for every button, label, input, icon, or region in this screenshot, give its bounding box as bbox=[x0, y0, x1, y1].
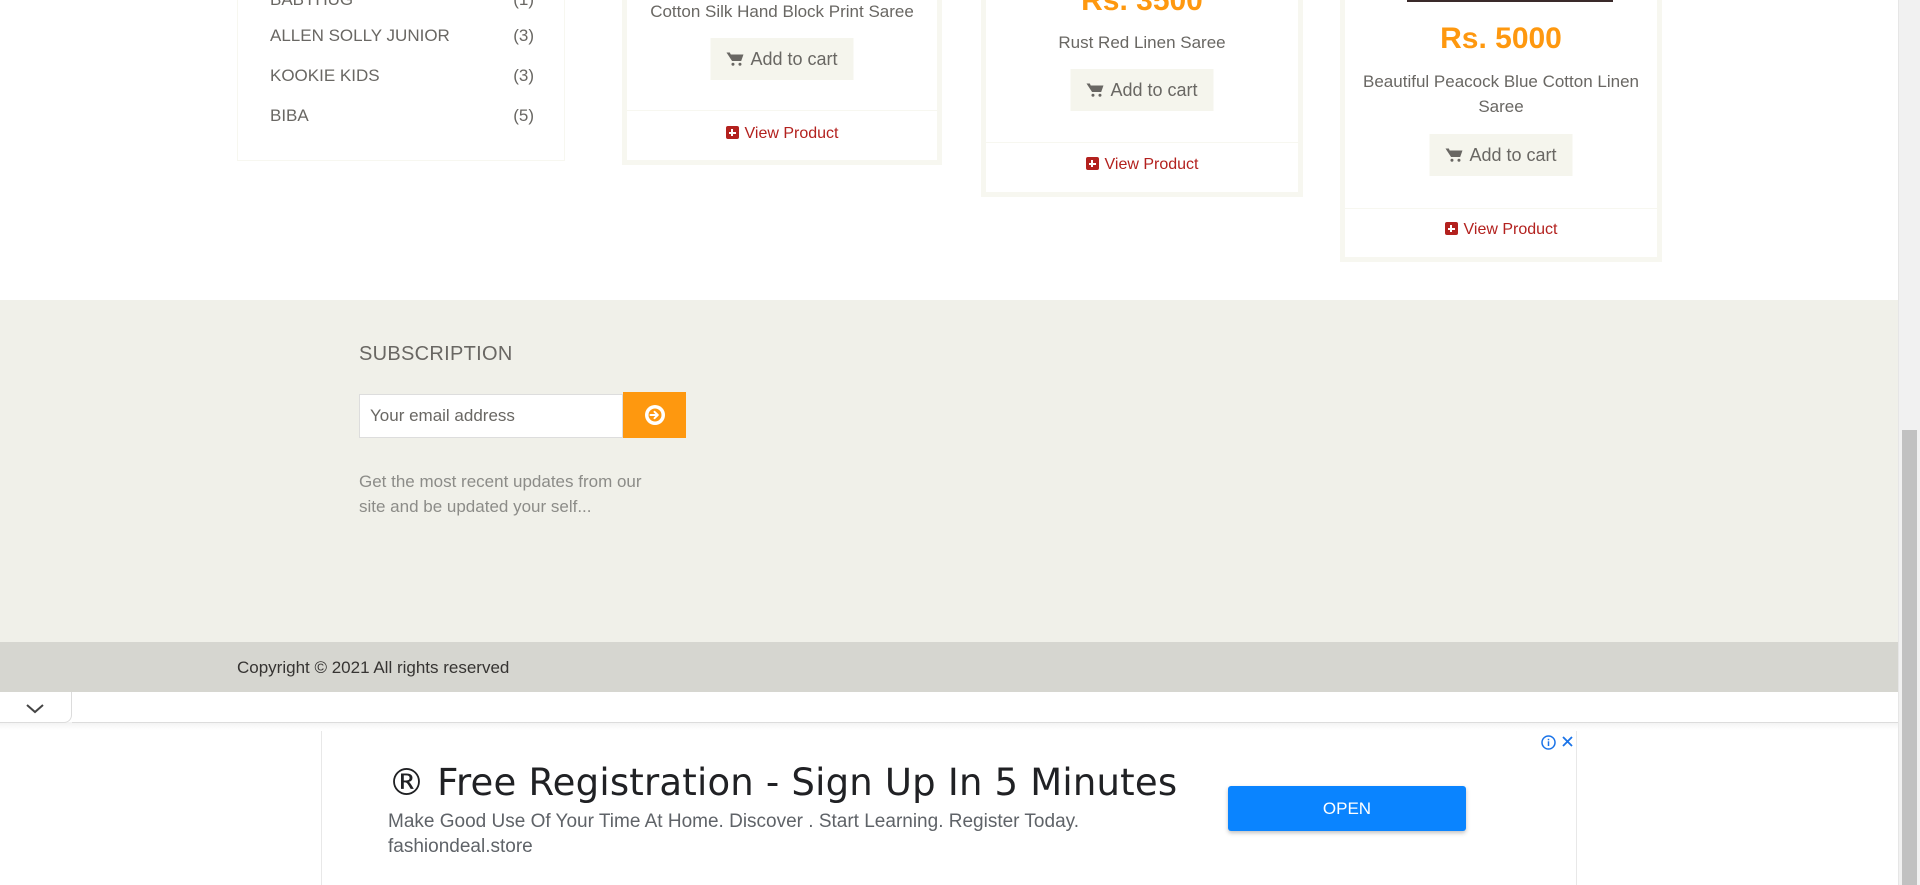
product-name: Beautiful Peacock Blue Cotton Linen Sare… bbox=[1363, 72, 1639, 116]
ad-domain: fashiondeal.store bbox=[388, 836, 533, 857]
ad-description: Make Good Use Of Your Time At Home. Disc… bbox=[388, 811, 1080, 832]
card-divider bbox=[986, 142, 1298, 143]
view-product-label: View Product bbox=[1463, 221, 1558, 238]
add-to-cart-button[interactable]: Add to cart bbox=[1429, 134, 1573, 176]
brand-name[interactable]: BABYHUG bbox=[270, 0, 353, 10]
brand-name[interactable]: ALLEN SOLLY JUNIOR bbox=[270, 26, 450, 46]
subscription-title: SUBSCRIPTION bbox=[359, 343, 513, 365]
add-to-cart-button[interactable]: Add to cart bbox=[710, 38, 854, 80]
subscribe-button[interactable] bbox=[623, 392, 686, 438]
shopping-cart-icon bbox=[726, 52, 744, 66]
close-icon[interactable] bbox=[1560, 734, 1575, 749]
brand-count: (3) bbox=[513, 26, 534, 45]
shopping-cart-icon bbox=[1445, 148, 1463, 162]
product-name: Rust Red Linen Saree bbox=[1058, 33, 1226, 52]
card-divider bbox=[1345, 208, 1657, 209]
arrow-circle-right-icon bbox=[644, 405, 665, 425]
email-input[interactable] bbox=[359, 394, 623, 438]
brand-count: (1) bbox=[513, 0, 534, 10]
page-scrollbar[interactable] bbox=[1898, 0, 1920, 885]
brands-panel: BABYHUG (1) ALLEN SOLLY JUNIOR (3) KOOKI… bbox=[237, 0, 565, 161]
product-card: Cotton Silk Hand Block Print Saree Add t… bbox=[622, 0, 942, 165]
brand-item-allen-solly-junior[interactable]: ALLEN SOLLY JUNIOR (3) bbox=[270, 26, 534, 50]
ad-tab-line bbox=[72, 722, 1898, 723]
product-card: Rs. 5000 Beautiful Peacock Blue Cotton L… bbox=[1340, 0, 1662, 262]
ad-title[interactable]: ® Free Registration - Sign Up In 5 Minut… bbox=[388, 761, 1177, 804]
ad-banner[interactable]: ® Free Registration - Sign Up In 5 Minut… bbox=[321, 731, 1577, 885]
card-divider bbox=[627, 110, 937, 111]
view-product-label: View Product bbox=[744, 125, 839, 142]
brand-item-babyhug[interactable]: BABYHUG (1) bbox=[270, 0, 534, 14]
brand-name[interactable]: KOOKIE KIDS bbox=[270, 66, 380, 86]
footer-widget-area bbox=[0, 300, 1898, 642]
info-icon[interactable] bbox=[1541, 735, 1556, 750]
plus-square-icon bbox=[1085, 157, 1099, 170]
add-to-cart-label: Add to cart bbox=[1469, 145, 1557, 165]
view-product-label: View Product bbox=[1104, 156, 1199, 173]
add-to-cart-label: Add to cart bbox=[1110, 80, 1198, 100]
plus-square-icon bbox=[1444, 222, 1458, 235]
add-to-cart-label: Add to cart bbox=[750, 49, 838, 69]
product-price: Rs. 5000 bbox=[1440, 22, 1562, 55]
add-to-cart-button[interactable]: Add to cart bbox=[1070, 69, 1214, 111]
copyright-bar: Copyright © 2021 All rights reserved bbox=[0, 642, 1898, 692]
view-product-link[interactable]: View Product bbox=[627, 125, 937, 143]
ad-collapse-tab[interactable] bbox=[0, 692, 72, 723]
brand-item-kookie-kids[interactable]: KOOKIE KIDS (3) bbox=[270, 66, 534, 90]
product-name: Cotton Silk Hand Block Print Saree bbox=[650, 2, 914, 21]
chevron-down-icon bbox=[26, 704, 44, 714]
shopping-cart-icon bbox=[1086, 83, 1104, 97]
product-price: Rs. 3500 bbox=[1081, 0, 1203, 17]
brand-item-biba[interactable]: BIBA (5) bbox=[270, 106, 534, 130]
product-image-edge bbox=[1407, 0, 1613, 2]
ad-open-button[interactable]: OPEN bbox=[1228, 786, 1466, 831]
copyright-text: Copyright © 2021 All rights reserved bbox=[237, 658, 510, 677]
view-product-link[interactable]: View Product bbox=[986, 156, 1298, 174]
ad-shadow bbox=[0, 722, 1898, 730]
scrollbar-thumb[interactable] bbox=[1902, 430, 1917, 885]
brand-count: (5) bbox=[513, 106, 534, 125]
subscription-description: Get the most recent updates from our sit… bbox=[359, 472, 642, 516]
product-card: Rs. 3500 Rust Red Linen Saree Add to car… bbox=[981, 0, 1303, 197]
plus-square-icon bbox=[725, 126, 739, 139]
view-product-link[interactable]: View Product bbox=[1345, 221, 1657, 239]
brand-name[interactable]: BIBA bbox=[270, 106, 309, 126]
brand-count: (3) bbox=[513, 66, 534, 85]
